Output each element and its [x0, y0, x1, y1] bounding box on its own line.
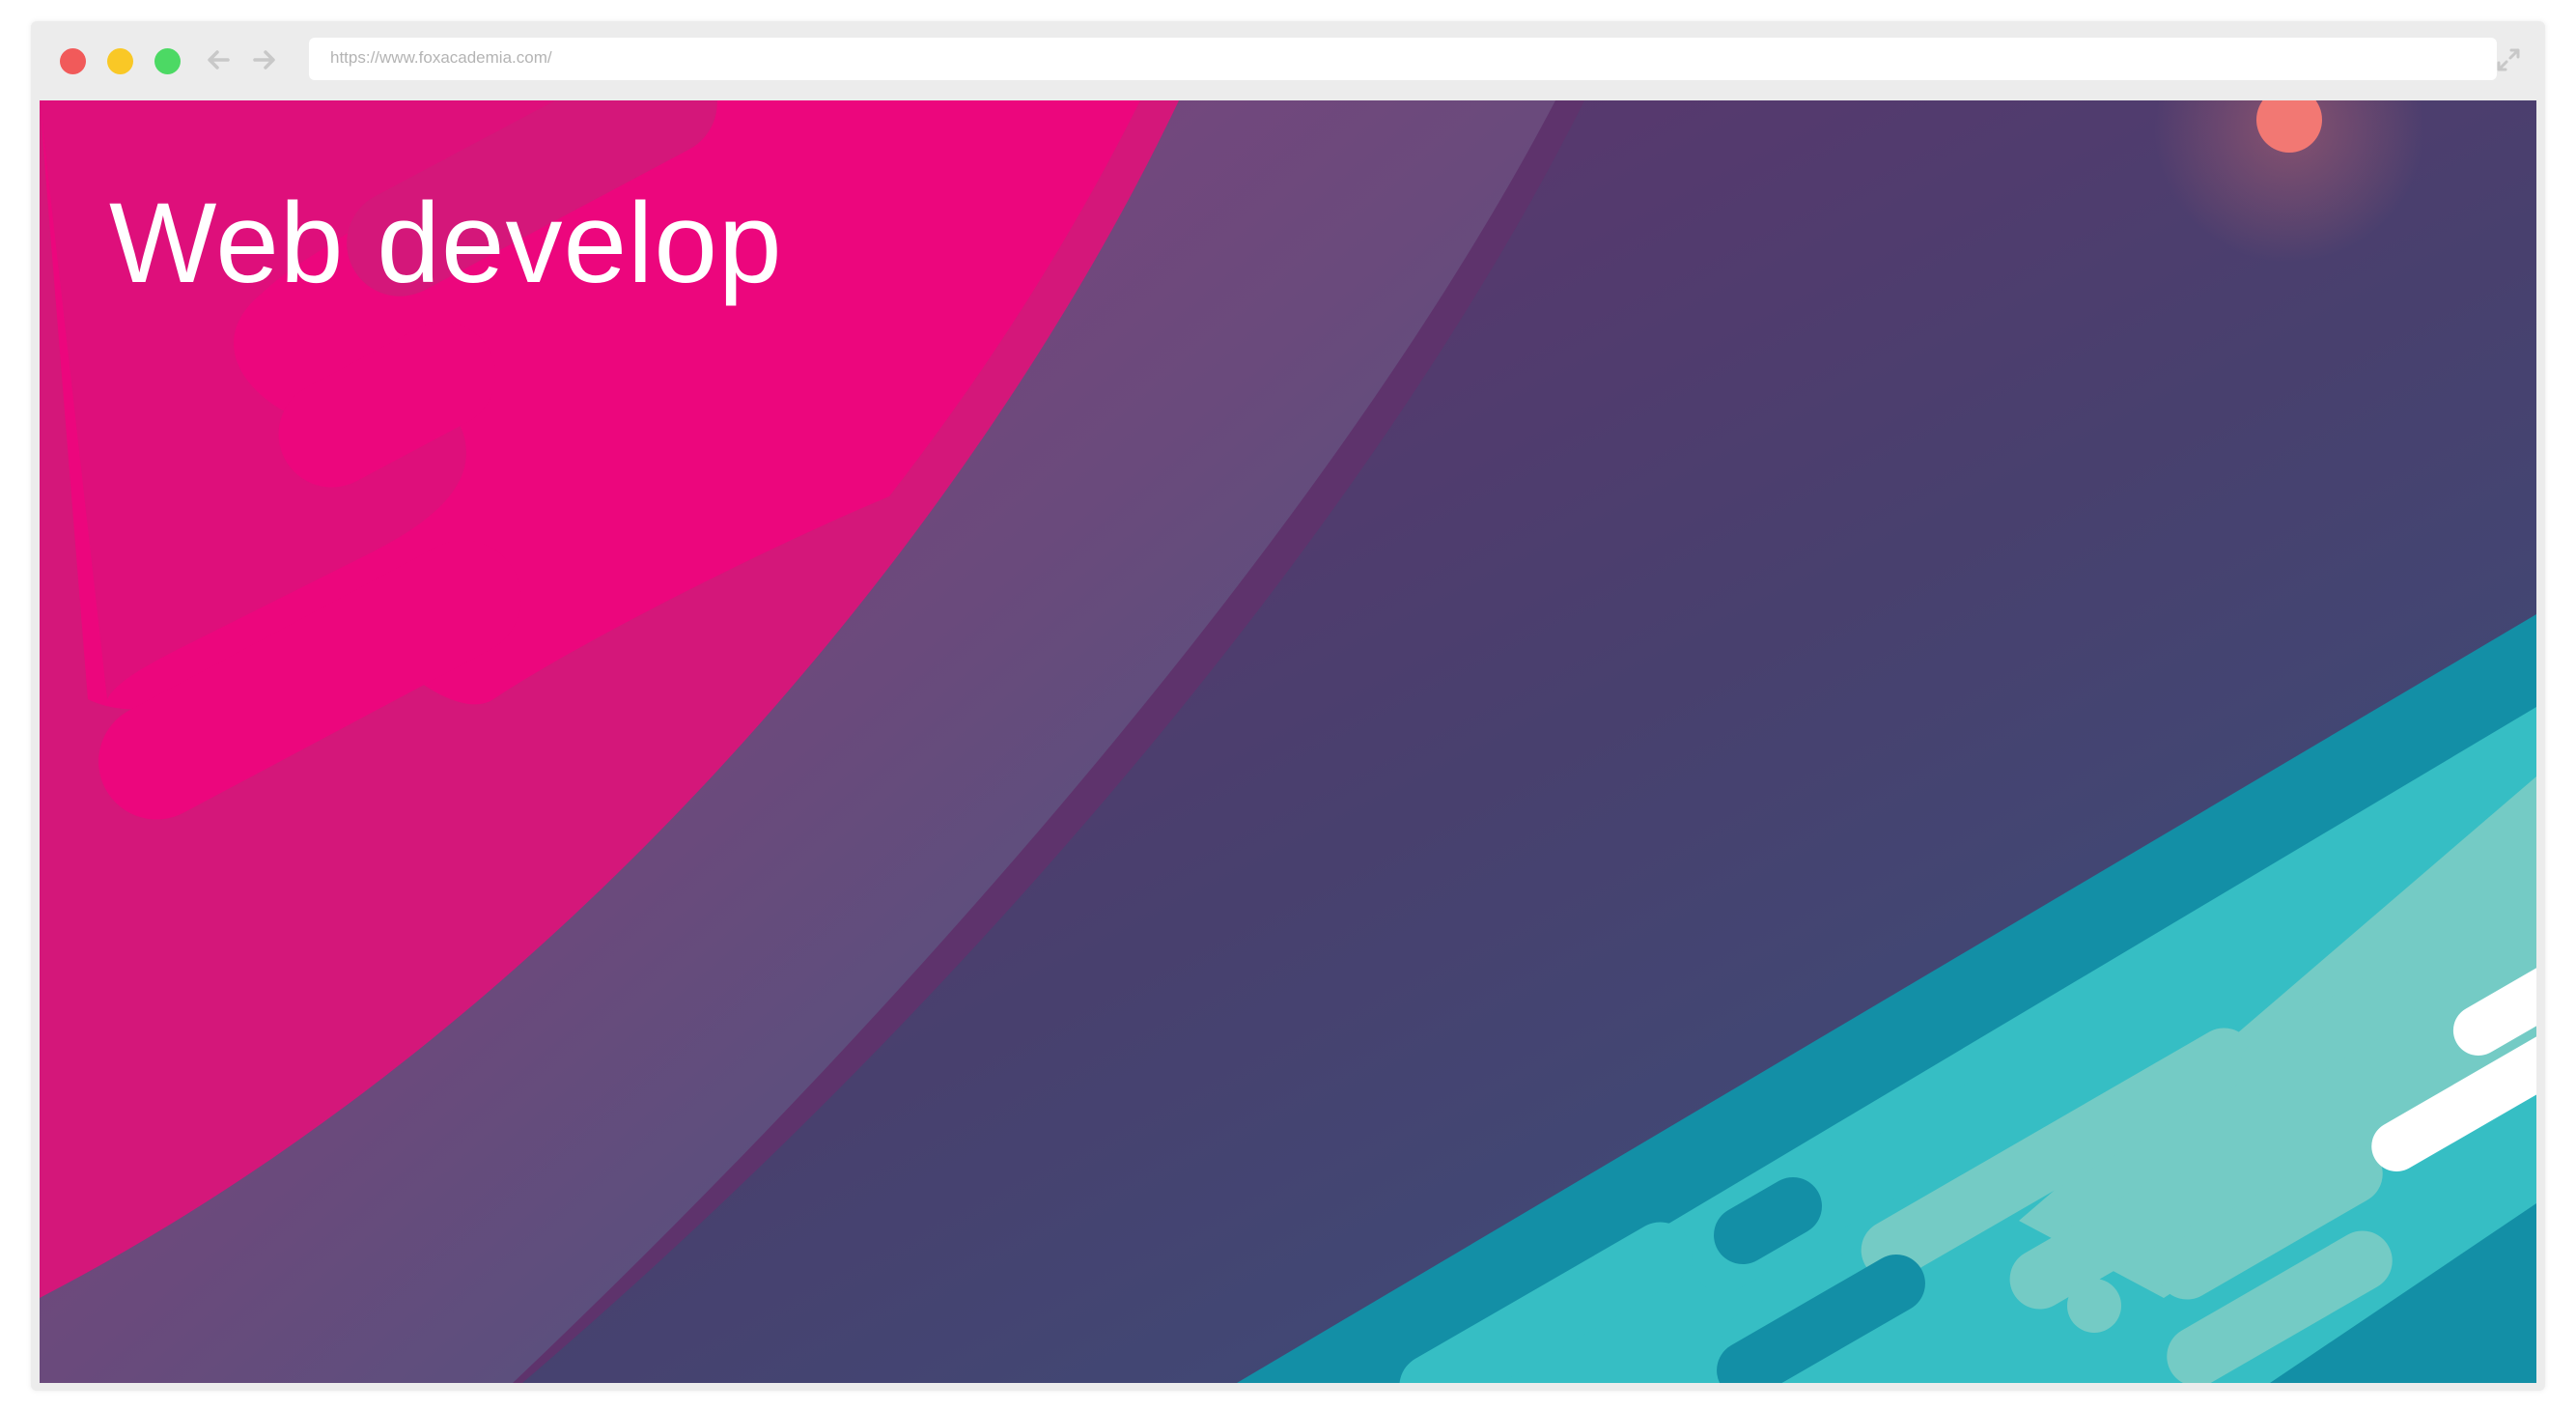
page-viewport: Web develop [40, 100, 2536, 1383]
close-window-button[interactable] [60, 48, 86, 74]
arrow-right-icon[interactable] [249, 44, 280, 75]
minimize-window-button[interactable] [107, 48, 133, 74]
hero-title: Web develop [109, 180, 783, 307]
maximize-window-button[interactable] [154, 48, 181, 74]
expand-icon[interactable] [2493, 44, 2524, 75]
browser-toolbar: https://www.foxacademia.com/ [31, 21, 2545, 99]
arrow-left-icon[interactable] [203, 44, 234, 75]
address-url: https://www.foxacademia.com/ [330, 48, 552, 67]
browser-window: https://www.foxacademia.com/ Web develop [31, 21, 2545, 1391]
address-bar[interactable]: https://www.foxacademia.com/ [309, 38, 2497, 80]
